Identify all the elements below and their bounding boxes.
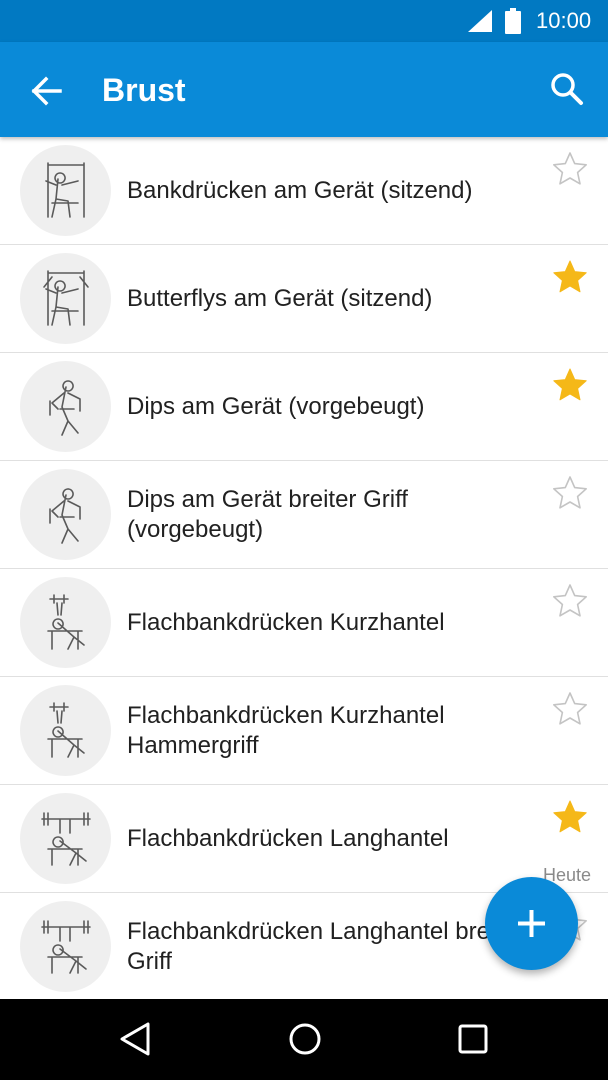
exercise-list-item[interactable]: Dips am Gerät (vorgebeugt)	[0, 353, 608, 461]
exercise-thumbnail	[20, 685, 111, 776]
exercise-name: Bankdrücken am Gerät (sitzend)	[127, 177, 473, 204]
status-bar: 10:00	[0, 0, 608, 42]
plus-icon	[518, 910, 545, 937]
exercise-thumbnail	[20, 253, 111, 344]
status-time: 10:00	[536, 8, 592, 33]
cellular-signal-icon	[468, 10, 492, 32]
exercise-thumbnail	[20, 469, 111, 560]
exercise-thumbnail	[20, 361, 111, 452]
exercise-list-item[interactable]: Flachbankdrücken Kurzhantel Hammergriff	[0, 677, 608, 785]
exercise-name: Flachbankdrücken Langhantel breiter Grif…	[127, 918, 524, 975]
exercise-name: Dips am Gerät breiter Griff (vorgebeugt)	[127, 486, 408, 543]
star-filled-icon[interactable]	[552, 799, 588, 835]
exercise-name: Flachbankdrücken Kurzhantel	[127, 609, 445, 636]
exercise-list-item[interactable]: Flachbankdrücken Langhantel Heute	[0, 785, 608, 893]
page-title: Brust	[102, 72, 186, 108]
add-exercise-button[interactable]	[485, 877, 578, 970]
star-outline-icon[interactable]	[552, 691, 588, 727]
exercise-illustration-icon	[47, 702, 85, 758]
exercise-name: Dips am Gerät (vorgebeugt)	[127, 393, 425, 420]
screen: 10:00 Brust Bankdrücken am Gerät (sitzen…	[0, 0, 608, 1080]
exercise-thumbnail	[20, 901, 111, 992]
app-bar: Brust	[0, 42, 608, 137]
exercise-name: Butterflys am Gerät (sitzend)	[127, 285, 433, 312]
exercise-illustration-icon	[49, 488, 81, 544]
exercise-list[interactable]: Bankdrücken am Gerät (sitzend) Butterflys…	[0, 137, 608, 999]
exercise-name: Flachbankdrücken Kurzhantel Hammergriff	[127, 702, 445, 759]
exercise-illustration-icon	[49, 380, 81, 436]
exercise-list-item[interactable]: Dips am Gerät breiter Griff (vorgebeugt)	[0, 461, 608, 569]
star-filled-icon[interactable]	[552, 259, 588, 295]
star-outline-icon[interactable]	[552, 583, 588, 619]
system-nav-bar	[0, 999, 608, 1080]
exercise-illustration-icon	[41, 812, 91, 866]
back-arrow-icon[interactable]	[26, 70, 68, 112]
exercise-thumbnail	[20, 145, 111, 236]
exercise-illustration-icon	[45, 162, 85, 218]
nav-home-icon[interactable]	[287, 1021, 323, 1057]
exercise-illustration-icon	[43, 270, 89, 326]
nav-recents-icon[interactable]	[458, 1024, 488, 1054]
star-outline-icon[interactable]	[552, 475, 588, 511]
exercise-illustration-icon	[41, 920, 91, 974]
exercise-name: Flachbankdrücken Langhantel	[127, 825, 449, 852]
star-filled-icon[interactable]	[552, 367, 588, 403]
battery-icon	[505, 8, 521, 34]
exercise-list-item[interactable]: Bankdrücken am Gerät (sitzend)	[0, 137, 608, 245]
exercise-list-item[interactable]: Flachbankdrücken Kurzhantel	[0, 569, 608, 677]
exercise-thumbnail	[20, 577, 111, 668]
nav-back-icon[interactable]	[118, 1021, 152, 1057]
exercise-illustration-icon	[47, 594, 85, 650]
exercise-thumbnail	[20, 793, 111, 884]
star-outline-icon[interactable]	[552, 151, 588, 187]
search-icon[interactable]	[546, 68, 588, 110]
exercise-list-item[interactable]: Butterflys am Gerät (sitzend)	[0, 245, 608, 353]
